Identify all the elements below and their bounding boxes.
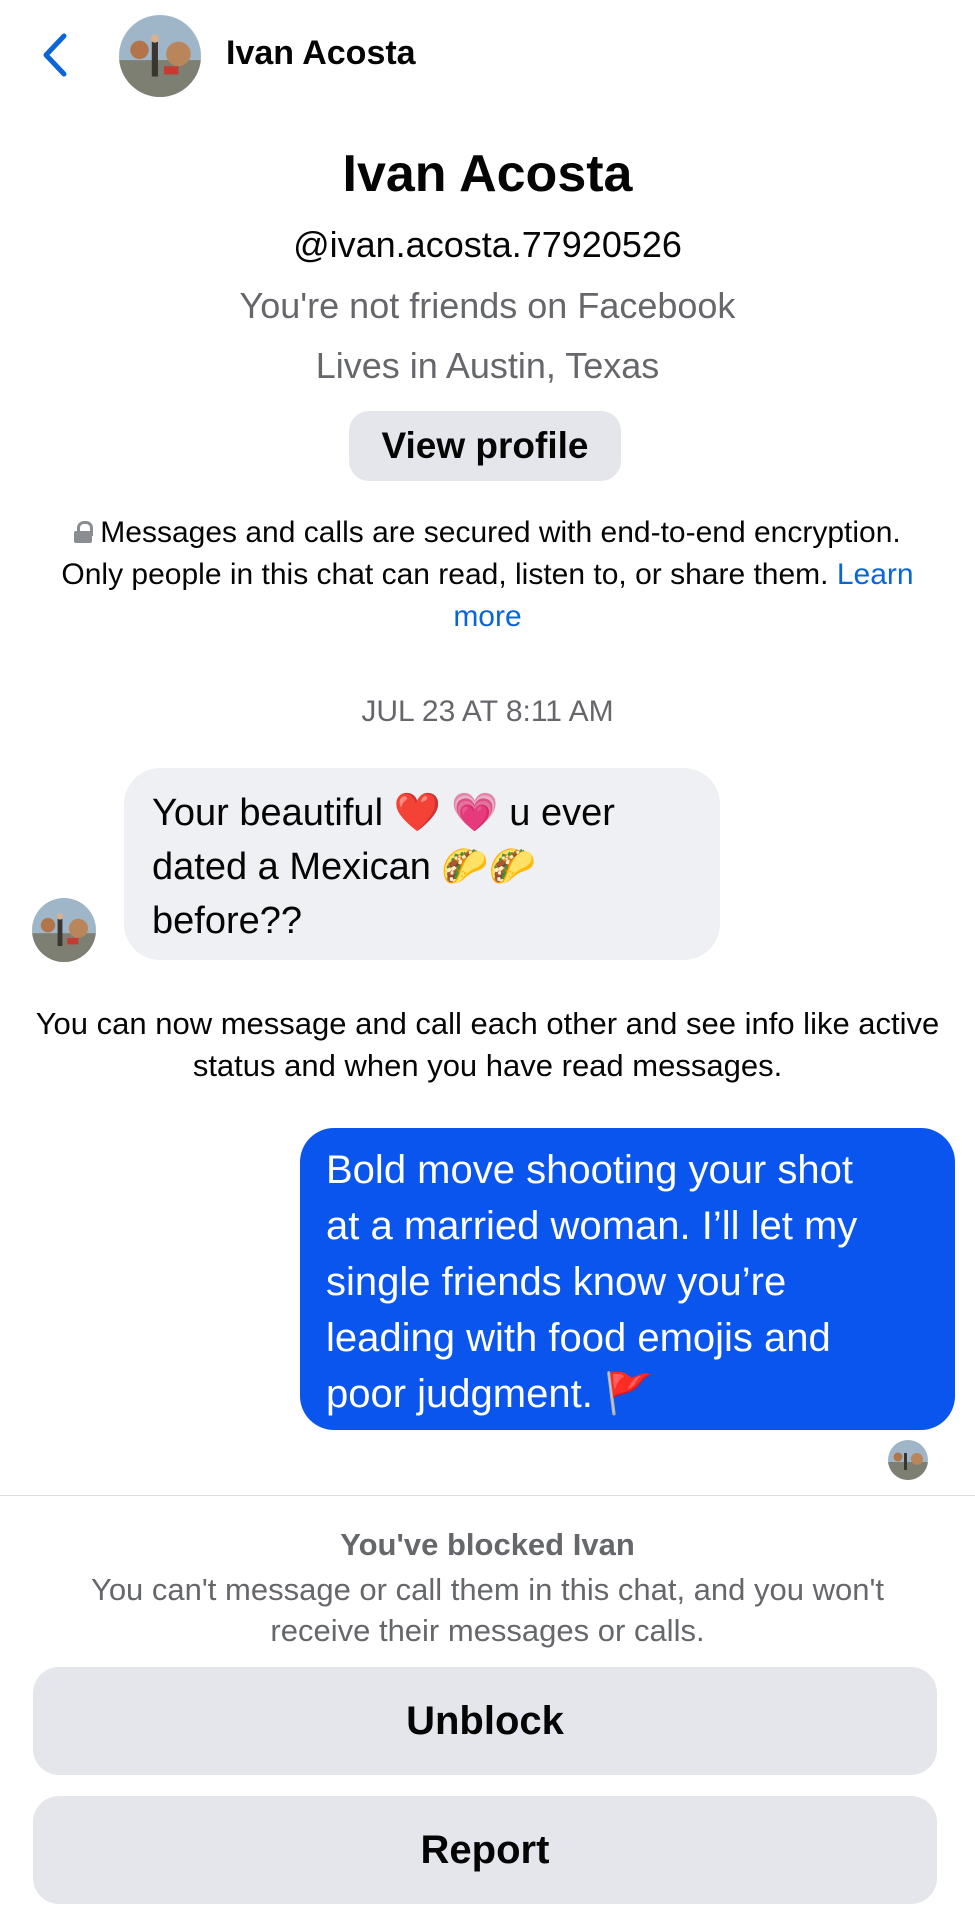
system-message: You can now message and call each other … [35,1006,940,1083]
message-line: Your beautiful ❤️ 💗 u ever [152,792,615,834]
header-contact-name[interactable]: Ivan Acosta [226,34,416,73]
incoming-message-bubble[interactable]: Your beautiful ❤️ 💗 u ever dated a Mexic… [124,768,720,960]
profile-summary: Ivan Acosta @ivan.acosta.77920526 You're… [0,138,975,396]
message-line: dated a Mexican 🌮🌮 [152,846,537,888]
message-line: Bold move shooting your shot [326,1148,853,1192]
chevron-left-icon [43,33,67,77]
blocked-description: You can't message or call them in this c… [90,1572,885,1648]
divider [0,1495,975,1496]
encryption-notice: Messages and calls are secured with end-… [40,512,935,638]
sender-avatar[interactable] [32,898,96,962]
profile-location: Lives in Austin, Texas [315,345,660,386]
lock-icon [74,521,94,543]
profile-handle: @ivan.acosta.77920526 [293,224,682,265]
view-profile-button[interactable]: View profile [349,411,621,481]
message-line: before?? [152,900,303,942]
encryption-text: Messages and calls are secured with end-… [61,516,901,591]
unblock-button[interactable]: Unblock [33,1667,937,1775]
profile-name: Ivan Acosta [342,145,633,203]
seen-avatar [888,1440,928,1480]
friend-status: You're not friends on Facebook [239,285,736,326]
avatar[interactable] [119,15,201,97]
chat-header: Ivan Acosta [0,0,975,110]
blocked-title: You've blocked Ivan [340,1527,635,1562]
outgoing-message-bubble[interactable]: Bold move shooting your shot at a marrie… [300,1128,955,1430]
back-button[interactable] [38,30,74,80]
report-button[interactable]: Report [33,1796,937,1904]
message-timestamp: JUL 23 AT 8:11 AM [361,695,614,728]
message-line: single friends know you’re [326,1260,787,1304]
message-line: leading with food emojis and [326,1316,831,1360]
message-line: poor judgment. 🚩 [326,1372,654,1416]
message-line: at a married woman. I’ll let my [326,1204,858,1248]
